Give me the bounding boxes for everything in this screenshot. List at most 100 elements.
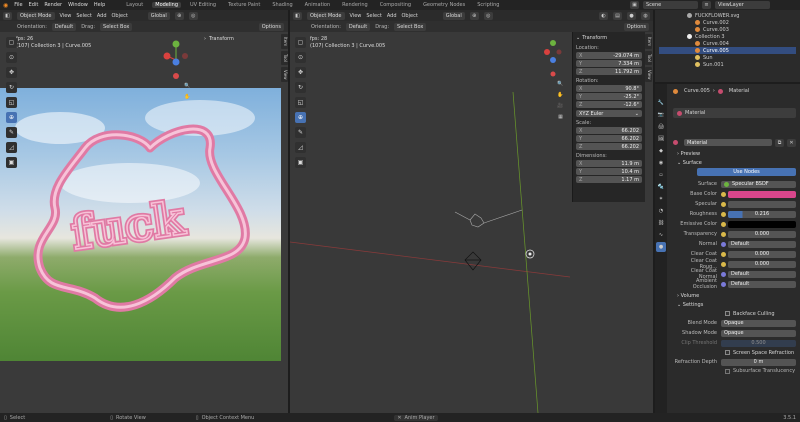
menu-file[interactable]: File [14, 2, 22, 8]
right-options-button[interactable]: Options [623, 22, 649, 31]
tab-geometry-nodes[interactable]: Geometry Nodes [420, 2, 468, 8]
left-transform-panel-tab[interactable]: › Transform [204, 36, 234, 42]
particles-tab-icon[interactable]: ✶ [656, 194, 666, 204]
solid-shading-icon[interactable]: ● [627, 11, 636, 20]
rot-field-y[interactable]: Y -25.2° [576, 93, 642, 100]
tab-compositing[interactable]: Compositing [377, 2, 414, 8]
material-row-value[interactable]: Default [728, 270, 796, 278]
socket-icon[interactable] [721, 201, 726, 207]
outliner-item-fuckflower[interactable]: FUCKFLOWER.svg [659, 12, 796, 19]
section-preview[interactable]: › Preview [673, 149, 796, 158]
scale-tool-icon[interactable]: ◱ [295, 97, 306, 108]
proportional-edit-icon[interactable]: ◎ [483, 11, 493, 20]
menu-help[interactable]: Help [94, 2, 105, 8]
left-drag-select[interactable]: Select Box [100, 22, 133, 31]
material-row-value[interactable]: Default [728, 280, 796, 288]
side-tab-item[interactable]: Item [281, 34, 288, 50]
rotate-tool-icon[interactable]: ↻ [295, 82, 306, 93]
socket-icon[interactable] [721, 211, 726, 217]
side-tab-view[interactable]: View [281, 66, 288, 83]
data-tab-icon[interactable]: ∿ [656, 230, 666, 240]
right-add-menu[interactable]: Add [387, 13, 397, 19]
output-tab-icon[interactable]: 🖨 [656, 122, 666, 132]
material-slot-list[interactable]: Material [673, 108, 796, 118]
scale-tool-icon[interactable]: ◱ [6, 97, 17, 108]
screen-space-refraction-row[interactable]: Screen Space Refraction [673, 348, 796, 357]
zoom-icon[interactable]: 🔍 [556, 80, 565, 88]
annotate-tool-icon[interactable]: ✎ [295, 127, 306, 138]
tool-tab-icon[interactable]: 🔧 [656, 98, 666, 108]
scl-field-y[interactable]: Y 66.202 [576, 135, 642, 142]
socket-icon[interactable] [721, 241, 726, 247]
snap-icon[interactable]: ⊕ [174, 11, 184, 20]
zoom-icon[interactable]: 🔍 [183, 82, 192, 90]
object-tab-icon[interactable]: ▫ [656, 170, 666, 180]
left-navigation-gizmo[interactable] [163, 38, 193, 86]
right-drag-select[interactable]: Select Box [394, 22, 427, 31]
select-box-tool-icon[interactable]: ▢ [295, 37, 306, 48]
scene-icon[interactable]: ▣ [630, 1, 639, 9]
material-name-field[interactable]: Material [684, 139, 772, 146]
scl-field-x[interactable]: X 66.202 [576, 127, 642, 134]
subsurface-translucency-row[interactable]: Subsurface Translucency [673, 367, 796, 375]
rot-field-z[interactable]: Z -12.6° [576, 101, 642, 108]
outliner-item-sun[interactable]: Sun [659, 54, 796, 61]
gizmo-x-axis-icon[interactable] [163, 52, 171, 60]
modifier-tab-icon[interactable]: 🔩 [656, 182, 666, 192]
select-box-tool-icon[interactable]: ▢ [6, 37, 17, 48]
material-row-value[interactable] [728, 200, 796, 208]
material-shading-icon[interactable]: ◍ [641, 11, 650, 20]
checkbox-icon[interactable] [725, 368, 730, 374]
anim-player-indicator[interactable]: ✕ Anim Player [394, 414, 438, 421]
snap-icon[interactable]: ⊕ [469, 11, 479, 20]
view-layer-name[interactable]: ViewLayer [715, 1, 770, 9]
tab-scripting[interactable]: Scripting [474, 2, 502, 8]
cursor-tool-icon[interactable]: ⊙ [295, 52, 306, 63]
blend-mode-select[interactable]: Opaque [721, 319, 796, 327]
tab-layout[interactable]: Layout [123, 2, 146, 8]
left-transform-orientation[interactable]: Global [147, 11, 170, 20]
left-viewport[interactable]: ◧ Object Mode View Select Add Object Glo… [0, 10, 288, 413]
left-mode-select[interactable]: Object Mode [17, 11, 55, 20]
right-transform-orientation[interactable]: Global [442, 11, 465, 20]
socket-icon[interactable] [721, 281, 726, 287]
material-row-value[interactable]: Default [728, 240, 796, 248]
side-tab-tool[interactable]: Tool [281, 51, 288, 65]
editor-type-icon[interactable]: ◧ [3, 11, 12, 20]
material-row-value[interactable] [728, 220, 796, 228]
curve-object-outline[interactable] [454, 209, 523, 228]
world-tab-icon[interactable]: ◉ [656, 158, 666, 168]
tab-rendering[interactable]: Rendering [339, 2, 371, 8]
right-object-menu[interactable]: Object [402, 13, 418, 19]
cursor-tool-icon[interactable]: ⊙ [6, 52, 17, 63]
loc-field-y[interactable]: Y 7.334 m [576, 60, 642, 67]
transform-tool-icon[interactable]: ⊕ [295, 112, 306, 123]
tab-modeling[interactable]: Modeling [152, 2, 181, 8]
left-orientation-select[interactable]: Default [51, 22, 77, 31]
gizmo-y-axis-icon[interactable] [172, 40, 180, 48]
socket-icon[interactable] [721, 191, 726, 197]
socket-icon[interactable] [721, 271, 726, 277]
section-volume[interactable]: › Volume [673, 291, 796, 300]
material-row-value[interactable]: 0.000 [728, 250, 796, 258]
tab-texture-paint[interactable]: Texture Paint [225, 2, 263, 8]
constraints-tab-icon[interactable]: ⛓ [656, 218, 666, 228]
checkbox-icon[interactable] [725, 350, 730, 355]
socket-icon[interactable] [721, 261, 726, 267]
right-mode-select[interactable]: Object Mode [307, 11, 345, 20]
grid-view-icon[interactable]: ▦ [556, 113, 565, 121]
xray-icon[interactable]: ▤ [613, 11, 622, 20]
pan-hand-icon[interactable]: ✋ [556, 91, 565, 99]
menu-render[interactable]: Render [44, 2, 62, 8]
close-icon[interactable]: ✕ [787, 138, 796, 147]
left-view-menu[interactable]: View [60, 13, 72, 19]
clip-threshold-field[interactable]: 0.500 [721, 339, 796, 347]
overlays-icon[interactable]: ◐ [599, 11, 608, 20]
measure-tool-icon[interactable]: ◿ [295, 142, 306, 153]
annotate-tool-icon[interactable]: ✎ [6, 127, 17, 138]
menu-edit[interactable]: Edit [29, 2, 39, 8]
move-tool-icon[interactable]: ✥ [6, 67, 17, 78]
checkbox-icon[interactable] [725, 311, 730, 316]
material-row-value[interactable]: 0.216 [728, 210, 796, 218]
editor-type-icon[interactable]: ◧ [293, 11, 302, 20]
